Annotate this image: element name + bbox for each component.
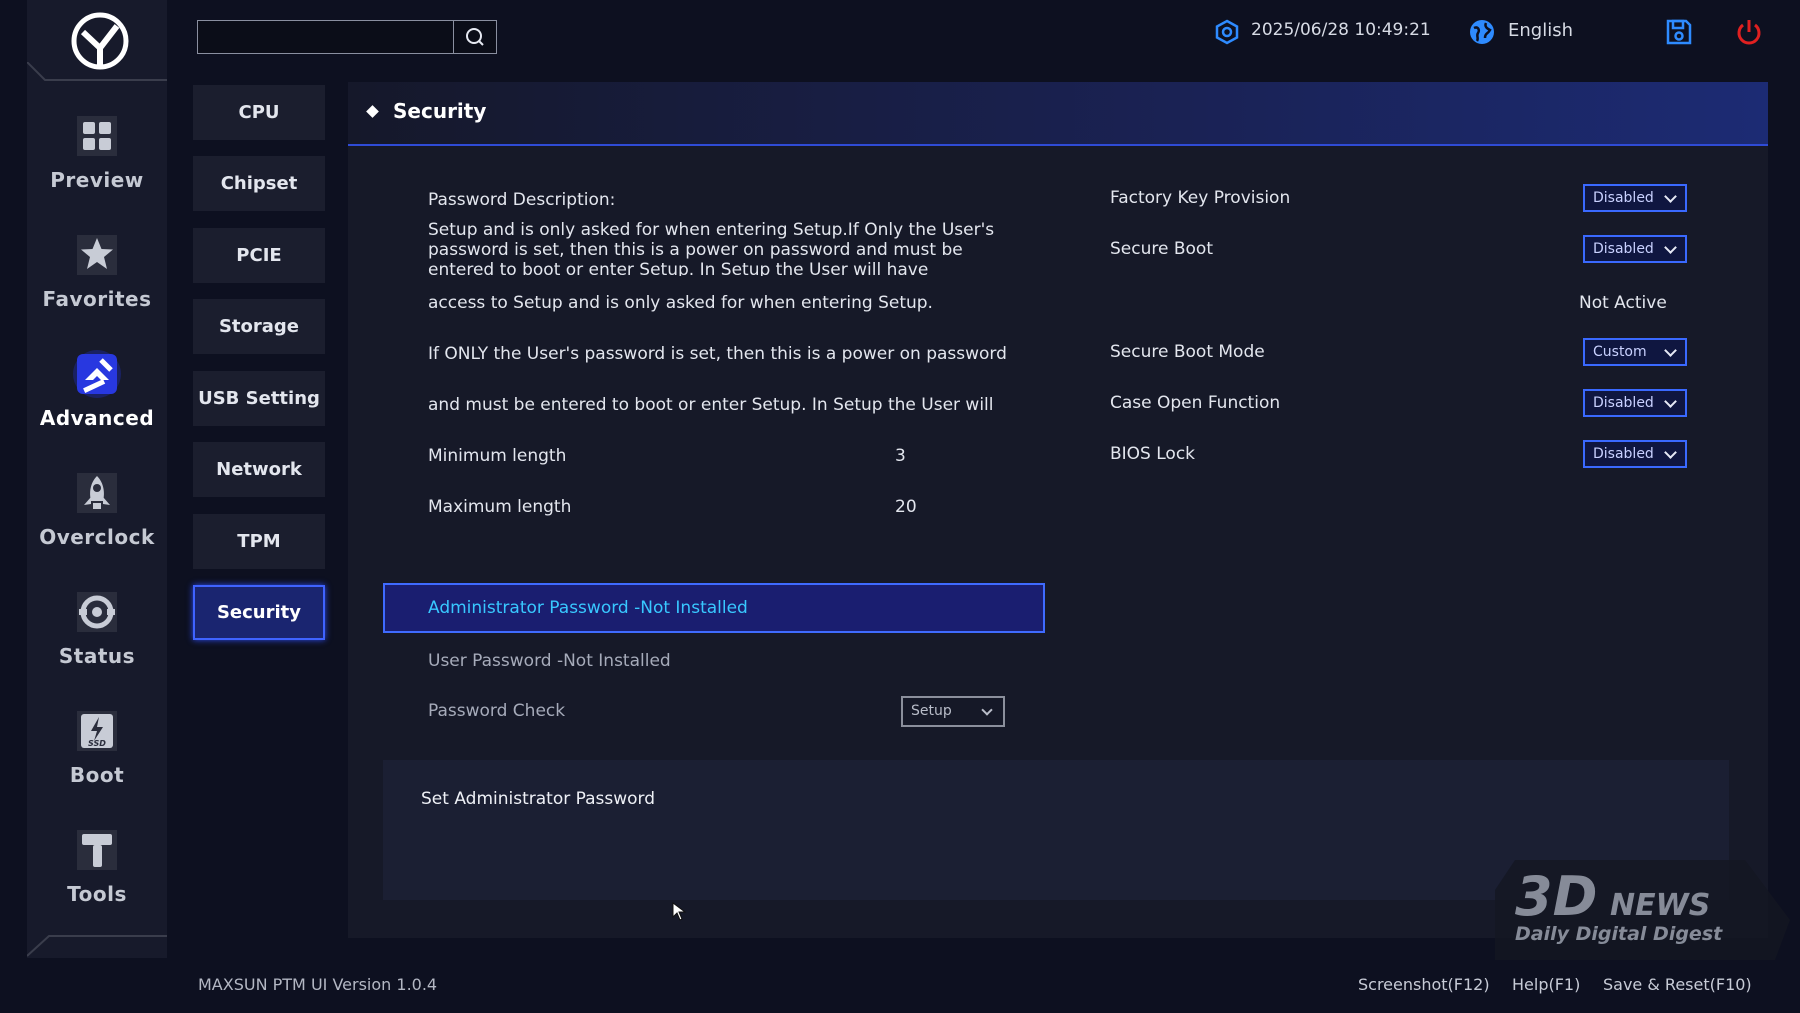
rail-item-tools[interactable]: Tools	[27, 824, 167, 924]
description-line: If ONLY the User's password is set, then…	[428, 344, 1007, 364]
rail-item-favorites[interactable]: Favorites	[27, 229, 167, 329]
status-gauge-icon	[77, 592, 117, 632]
secure-boot-mode-label: Secure Boot Mode	[1110, 342, 1265, 362]
dropdown-value: Custom	[1593, 344, 1647, 360]
user-password-row[interactable]: User Password -Not Installed	[428, 651, 671, 671]
password-description-title: Password Description:	[428, 190, 616, 210]
administrator-password-label: Administrator Password -Not Installed	[428, 598, 748, 618]
rail-item-boot[interactable]: SSD Boot	[27, 705, 167, 805]
chevron-down-icon	[1664, 446, 1677, 459]
star-icon	[77, 235, 117, 275]
dropdown-value: Setup	[911, 703, 952, 719]
submenu-item-chipset[interactable]: Chipset	[193, 156, 325, 211]
chevron-down-icon	[1664, 190, 1677, 203]
datetime-settings-icon	[1215, 19, 1239, 45]
rail-item-overclock[interactable]: Overclock	[27, 467, 167, 567]
ssd-icon: SSD	[77, 711, 117, 751]
ui-version: MAXSUN PTM UI Version 1.0.4	[198, 975, 438, 994]
dropdown-value: Disabled	[1593, 446, 1654, 462]
submenu-item-tpm[interactable]: TPM	[193, 514, 325, 569]
submenu-item-cpu[interactable]: CPU	[193, 85, 325, 140]
search-icon	[466, 28, 484, 46]
bios-lock-dropdown[interactable]: Disabled	[1583, 440, 1687, 468]
preview-grid-icon	[77, 116, 117, 156]
minimum-length-value: 3	[895, 446, 906, 466]
rail-label: Favorites	[42, 287, 152, 311]
rail-item-preview[interactable]: Preview	[27, 110, 167, 210]
bios-lock-label: BIOS Lock	[1110, 444, 1196, 464]
svg-text:3D: 3D	[1515, 865, 1597, 928]
rail-label: Status	[58, 644, 136, 668]
save-icon[interactable]	[1665, 18, 1693, 46]
rail-bottom-divider	[27, 935, 167, 957]
secure-boot-status: Not Active	[1579, 293, 1667, 313]
3dnews-watermark-logo: 3D NEWS Daily Digital Digest	[1495, 860, 1790, 960]
secure-boot-mode-dropdown[interactable]: Custom	[1583, 338, 1687, 366]
rail-label: Boot	[69, 763, 125, 787]
section-marker-icon	[366, 105, 379, 118]
case-open-function-dropdown[interactable]: Disabled	[1583, 389, 1687, 417]
section-header: Security	[348, 82, 1768, 146]
dropdown-value: Disabled	[1593, 241, 1654, 257]
globe-icon	[1470, 20, 1494, 44]
submenu-item-security[interactable]: Security	[193, 585, 325, 640]
chevron-down-icon	[1664, 241, 1677, 254]
submenu-item-storage[interactable]: Storage	[193, 299, 325, 354]
main-nav-rail: Preview Favorites Advanced Overclock Sta…	[27, 0, 167, 958]
maximum-length-value: 20	[895, 497, 917, 517]
dropdown-value: Disabled	[1593, 190, 1654, 206]
search-button[interactable]	[453, 20, 497, 54]
rail-item-status[interactable]: Status	[27, 586, 167, 686]
factory-key-provision-label: Factory Key Provision	[1110, 188, 1291, 208]
submenu-item-network[interactable]: Network	[193, 442, 325, 497]
help-title: Set Administrator Password	[421, 789, 656, 809]
svg-text:SSD: SSD	[88, 739, 106, 748]
rail-label: Preview	[50, 168, 144, 192]
advanced-icon	[73, 350, 121, 398]
case-open-function-label: Case Open Function	[1110, 393, 1281, 413]
submenu-item-pcie[interactable]: PCIE	[193, 228, 325, 283]
dropdown-value: Disabled	[1593, 395, 1654, 411]
rail-label: Tools	[67, 882, 127, 906]
rocket-icon	[77, 473, 117, 513]
hammer-icon	[77, 830, 117, 870]
chevron-down-icon	[1664, 344, 1677, 357]
secure-boot-dropdown[interactable]: Disabled	[1583, 235, 1687, 263]
help-button[interactable]: Help(F1)	[1512, 975, 1580, 994]
password-check-dropdown[interactable]: Setup	[901, 696, 1005, 727]
rail-item-advanced[interactable]: Advanced	[27, 348, 167, 448]
minimum-length-label: Minimum length	[428, 446, 567, 466]
svg-text:Daily Digital Digest: Daily Digital Digest	[1515, 923, 1723, 945]
save-reset-button[interactable]: Save & Reset(F10)	[1603, 975, 1752, 994]
secure-boot-label: Secure Boot	[1110, 239, 1213, 259]
description-line: and must be entered to boot or enter Set…	[428, 395, 994, 415]
chevron-down-icon	[1664, 395, 1677, 408]
watermark: 3D NEWS Daily Digital Digest	[1495, 860, 1795, 960]
power-icon[interactable]	[1734, 17, 1764, 47]
password-check-label: Password Check	[428, 701, 566, 721]
search-input[interactable]	[197, 20, 454, 54]
language-selector[interactable]: English	[1508, 20, 1573, 41]
rail-label: Overclock	[39, 525, 155, 549]
administrator-password-row[interactable]: Administrator Password -Not Installed	[383, 583, 1045, 633]
screenshot-button[interactable]: Screenshot(F12)	[1358, 975, 1490, 994]
description-line: access to Setup and is only asked for wh…	[428, 293, 933, 313]
rail-label: Advanced	[39, 406, 155, 430]
maximum-length-label: Maximum length	[428, 497, 572, 517]
chevron-down-icon	[981, 704, 993, 716]
maxsun-logo	[69, 10, 131, 72]
mouse-cursor-icon	[672, 902, 687, 921]
submenu-item-usb-setting[interactable]: USB Setting	[193, 371, 325, 426]
section-title: Security	[393, 99, 487, 123]
svg-text:NEWS: NEWS	[1610, 888, 1710, 923]
factory-key-provision-dropdown[interactable]: Disabled	[1583, 184, 1687, 212]
password-description-text: Setup and is only asked for when enterin…	[428, 220, 995, 276]
system-datetime: 2025/06/28 10:49:21	[1251, 20, 1431, 40]
